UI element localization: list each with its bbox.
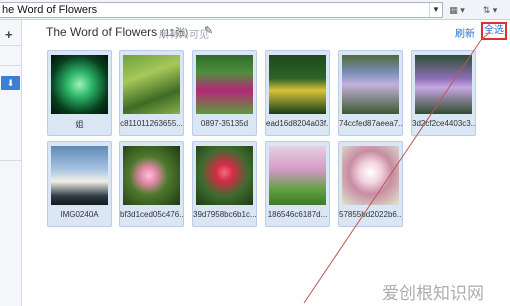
photo-thumbnail[interactable] — [196, 55, 253, 114]
photo-thumbnail[interactable] — [269, 55, 326, 114]
photo-caption: c811011263655... — [120, 119, 183, 128]
address-field[interactable]: he Word of Flowers ▼ — [0, 2, 443, 18]
photo-caption: 186546c6187d... — [267, 210, 328, 219]
left-sidebar: + ⬇ — [0, 20, 22, 306]
refresh-link[interactable]: 刷新 — [455, 25, 475, 40]
photo-caption: 姐 — [75, 120, 84, 129]
photo-tile[interactable]: bf3d1ced05c476... — [119, 141, 184, 227]
chevron-down-icon[interactable]: ▼ — [429, 3, 442, 17]
pencil-icon[interactable]: ✎ — [204, 24, 213, 37]
photo-tile[interactable]: 姐 — [47, 50, 112, 136]
photo-thumbnail[interactable] — [342, 146, 399, 205]
photo-thumbnail[interactable] — [342, 55, 399, 114]
add-icon[interactable]: + — [5, 27, 13, 42]
photo-thumbnail[interactable] — [269, 146, 326, 205]
divider — [0, 45, 22, 46]
visibility-label: 所有人可见 — [159, 30, 209, 41]
photo-thumbnail[interactable] — [415, 55, 472, 114]
sort-button[interactable]: ⇅ ▾ — [478, 3, 502, 17]
download-icon[interactable]: ⬇ — [1, 76, 20, 90]
photo-caption: bf3d1ced05c476... — [120, 210, 183, 219]
photo-caption: ead16d8204a03f... — [266, 119, 329, 128]
photo-caption: 3d2cf2ce4403c3... — [412, 119, 475, 128]
divider — [0, 65, 22, 66]
photo-tile[interactable]: 186546c6187d... — [265, 141, 330, 227]
photo-thumbnail[interactable] — [51, 55, 108, 114]
divider — [0, 160, 22, 161]
photo-tile[interactable]: 74ccfed87aeea7... — [338, 50, 403, 136]
photo-tile[interactable]: c811011263655... — [119, 50, 184, 136]
photo-tile[interactable]: 39d7958bc6b1c... — [192, 141, 257, 227]
photo-tile[interactable]: ead16d8204a03f... — [265, 50, 330, 136]
photo-thumbnail[interactable] — [196, 146, 253, 205]
address-text: he Word of Flowers — [2, 4, 98, 16]
photo-caption: 57855bd2022b6... — [339, 210, 402, 219]
photo-thumbnail[interactable] — [123, 146, 180, 205]
photo-tile[interactable]: 3d2cf2ce4403c3... — [411, 50, 476, 136]
photo-caption: 39d7958bc6b1c... — [193, 210, 256, 219]
photo-thumbnail[interactable] — [51, 146, 108, 205]
photo-caption: 74ccfed87aeea7... — [339, 119, 402, 128]
photo-tile[interactable]: IMG0240A — [47, 141, 112, 227]
album-title-text: The Word of Flowers — [46, 25, 158, 39]
photo-caption: 0897-35135d — [200, 119, 249, 128]
photo-thumbnail[interactable] — [123, 55, 180, 114]
watermark: 爱创根知识网 — [382, 284, 484, 303]
address-toolbar: he Word of Flowers ▼ ▦ ▾ ⇅ ▾ — [0, 0, 510, 20]
view-mode-button[interactable]: ▦ ▾ — [445, 3, 469, 17]
photo-tile[interactable]: 57855bd2022b6... — [338, 141, 403, 227]
photo-caption: IMG0240A — [60, 210, 99, 219]
select-all-link[interactable]: 全选 — [481, 22, 507, 40]
photo-tile[interactable]: 0897-35135d — [192, 50, 257, 136]
album-header: The Word of Flowers (11张) 所有人可见 ✎ 刷新 全选 — [22, 20, 510, 42]
